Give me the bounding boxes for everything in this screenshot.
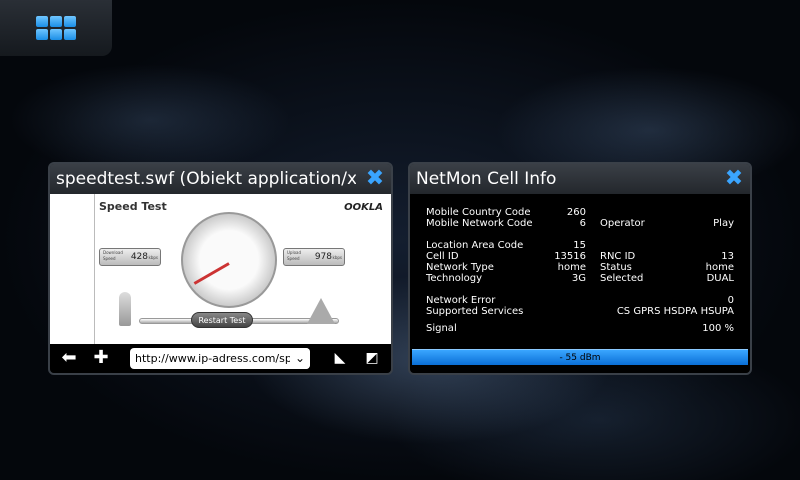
server-pyramid (307, 298, 335, 324)
download-readout: Download Speed 428 kbps (99, 248, 161, 266)
technology-label: Technology (426, 273, 483, 284)
url-input[interactable]: http://www.ip-adress.com/speedtest/ ⌄ (130, 348, 310, 369)
supported-services-value: CS GPRS HSDPA HSUPA (616, 306, 734, 317)
selected-value: DUAL (706, 273, 734, 284)
person-figure (119, 292, 131, 326)
browser-toolbar: ⬅ ✚ http://www.ip-adress.com/speedtest/ … (50, 344, 391, 373)
netmon-window[interactable]: NetMon Cell Info ✖ Mobile Country Code 2… (408, 162, 752, 375)
technology-value: 3G (571, 273, 586, 284)
netmon-window-titlebar[interactable]: NetMon Cell Info ✖ (410, 164, 750, 194)
speed-gauge (181, 212, 277, 308)
window-switch-icon[interactable]: ◩ (362, 347, 382, 369)
signal-label: Signal (426, 323, 457, 334)
upload-label: Upload Speed (287, 250, 302, 261)
speedtest-flash[interactable]: Speed Test OOKLA Download Speed 428 kbps… (94, 194, 391, 344)
netmon-window-title: NetMon Cell Info (416, 169, 557, 189)
close-icon[interactable]: ✖ (722, 167, 746, 191)
fullscreen-icon[interactable]: ◣ (330, 347, 350, 369)
chevron-down-icon[interactable]: ⌄ (290, 348, 310, 369)
operator-value: Play (713, 218, 734, 229)
signal-strength-bar: - 55 dBm (412, 349, 748, 365)
app-grid-icon (36, 16, 76, 40)
gauge-needle (193, 262, 230, 285)
download-value: 428 (130, 252, 148, 262)
speedtest-title: Speed Test (99, 200, 167, 213)
ookla-logo: OOKLA (344, 202, 383, 213)
upload-unit: kbps (332, 255, 342, 260)
close-icon[interactable]: ✖ (363, 167, 387, 191)
flash-content-area[interactable]: Speed Test OOKLA Download Speed 428 kbps… (50, 194, 391, 344)
netmon-info-panel: Mobile Country Code 260 Mobile Network C… (410, 194, 750, 373)
operator-label: Operator (600, 218, 645, 229)
selected-label: Selected (600, 273, 644, 284)
upload-readout: Upload Speed 978 kbps (283, 248, 345, 266)
supported-services-label: Supported Services (426, 306, 524, 317)
browser-window-title: speedtest.swf (Obiekt application/x-shoc… (56, 169, 356, 189)
download-unit: kbps (148, 255, 158, 260)
mnc-label: Mobile Network Code (426, 218, 533, 229)
restart-test-button[interactable]: Restart Test (191, 312, 253, 328)
plus-icon[interactable]: ✚ (90, 347, 112, 369)
mnc-value: 6 (579, 218, 586, 229)
browser-window[interactable]: speedtest.swf (Obiekt application/x-shoc… (48, 162, 393, 375)
back-arrow-icon[interactable]: ⬅ (58, 347, 80, 369)
upload-value: 978 (314, 252, 332, 262)
download-label: Download Speed (103, 250, 123, 261)
app-launcher-button[interactable] (0, 0, 112, 56)
url-text: http://www.ip-adress.com/speedtest/ (135, 352, 310, 365)
signal-value: 100 % (702, 323, 734, 334)
browser-window-titlebar[interactable]: speedtest.swf (Obiekt application/x-shoc… (50, 164, 391, 194)
